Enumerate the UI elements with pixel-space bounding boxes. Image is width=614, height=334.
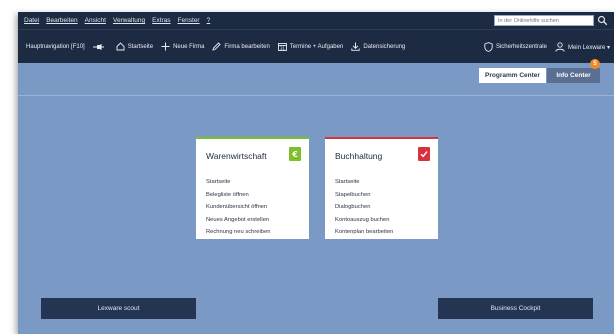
firma-bearbeiten-label: Firma bearbeiten bbox=[224, 43, 270, 50]
tab-programm-center[interactable]: Programm Center bbox=[479, 68, 546, 83]
sicherheitszentrale-button[interactable]: Sicherheitszentrale bbox=[484, 42, 547, 52]
calendar-icon: 31 bbox=[277, 43, 287, 51]
menu-help[interactable]: ? bbox=[207, 17, 211, 24]
menu-bearbeiten[interactable]: Bearbeiten bbox=[46, 17, 77, 24]
neue-firma-label: Neue Firma bbox=[173, 43, 205, 50]
warenwirtschaft-title: Warenwirtschaft bbox=[206, 151, 267, 161]
startseite-label: Startseite bbox=[127, 43, 154, 50]
neue-firma-button[interactable]: Neue Firma bbox=[161, 42, 204, 51]
firma-bearbeiten-button[interactable]: Firma bearbeiten bbox=[212, 42, 270, 51]
mein-lexware-button[interactable]: Mein Lexware ▾ bbox=[555, 42, 610, 52]
lexware-scout-button[interactable]: Lexware scout bbox=[41, 298, 196, 319]
help-search-input[interactable]: In der Onlinehilfe suchen bbox=[494, 15, 594, 26]
menu-ansicht[interactable]: Ansicht bbox=[85, 17, 106, 24]
checkmark-icon[interactable] bbox=[418, 147, 430, 161]
ww-link-kundenuebersicht[interactable]: Kundenübersicht öffnen bbox=[206, 201, 299, 214]
datensicherung-button[interactable]: Datensicherung bbox=[351, 42, 405, 51]
bh-link-startseite[interactable]: Startseite bbox=[335, 176, 428, 189]
navigation-button[interactable]: Hauptnavigation [F10] bbox=[26, 44, 85, 50]
ww-link-rechnung[interactable]: Rechnung neu schreiben bbox=[206, 226, 299, 239]
user-icon bbox=[555, 42, 565, 52]
ww-link-belegliste[interactable]: Belegliste öffnen bbox=[206, 189, 299, 202]
pin-button[interactable] bbox=[92, 43, 108, 51]
datensicherung-label: Datensicherung bbox=[363, 43, 406, 50]
euro-icon[interactable]: € bbox=[289, 147, 301, 161]
bh-link-stapelbuchen[interactable]: Stapelbuchen bbox=[335, 189, 428, 202]
pencil-icon bbox=[212, 42, 222, 51]
shield-icon bbox=[484, 42, 493, 52]
menu-datei[interactable]: Datei bbox=[24, 17, 39, 24]
plus-icon bbox=[161, 42, 170, 51]
termine-label: Termine + Aufgaben bbox=[289, 43, 344, 50]
svg-text:31: 31 bbox=[280, 46, 286, 51]
info-count-badge: 5 bbox=[590, 59, 600, 69]
warenwirtschaft-card: Warenwirtschaft € Startseite Belegliste … bbox=[196, 137, 309, 239]
ww-link-neues-angebot[interactable]: Neues Angebot erstellen bbox=[206, 214, 299, 227]
bh-link-dialogbuchen[interactable]: Dialogbuchen bbox=[335, 201, 428, 214]
navigation-label: Hauptnavigation [F10] bbox=[26, 43, 85, 50]
menu-extras[interactable]: Extras bbox=[152, 17, 170, 24]
bh-link-kontoauszug[interactable]: Kontoauszug buchen bbox=[335, 214, 428, 227]
termine-button[interactable]: 31 Termine + Aufgaben bbox=[277, 42, 344, 51]
buchhaltung-card: Buchhaltung Startseite Stapelbuchen Dial… bbox=[325, 137, 438, 239]
buchhaltung-title: Buchhaltung bbox=[335, 151, 383, 161]
toolbar: Hauptnavigation [F10] Startseite Neue Fi… bbox=[18, 29, 614, 63]
download-icon bbox=[351, 42, 360, 51]
app-window: Datei Bearbeiten Ansicht Verwaltung Extr… bbox=[18, 12, 614, 334]
search-icon[interactable] bbox=[597, 15, 608, 26]
ww-link-startseite[interactable]: Startseite bbox=[206, 176, 299, 189]
sicherheitszentrale-label: Sicherheitszentrale bbox=[495, 44, 547, 50]
warenwirtschaft-links: Startseite Belegliste öffnen Kundenübers… bbox=[206, 176, 299, 239]
menu-verwaltung[interactable]: Verwaltung bbox=[113, 17, 145, 24]
home-icon bbox=[116, 42, 125, 51]
startseite-button[interactable]: Startseite bbox=[116, 42, 153, 51]
mein-lexware-label: Mein Lexware ▾ bbox=[567, 44, 610, 51]
bh-link-kontenplan[interactable]: Kontenplan bearbeiten bbox=[335, 226, 428, 239]
tab-info-center[interactable]: Info Center bbox=[547, 68, 600, 83]
toolbar-right: Sicherheitszentrale Mein Lexware ▾ bbox=[484, 30, 610, 64]
pin-icon bbox=[92, 43, 104, 50]
menu-fenster[interactable]: Fenster bbox=[178, 17, 200, 24]
menu-bar: Datei Bearbeiten Ansicht Verwaltung Extr… bbox=[18, 12, 614, 29]
buchhaltung-links: Startseite Stapelbuchen Dialogbuchen Kon… bbox=[335, 176, 428, 239]
business-cockpit-button[interactable]: Business Cockpit bbox=[438, 298, 593, 319]
